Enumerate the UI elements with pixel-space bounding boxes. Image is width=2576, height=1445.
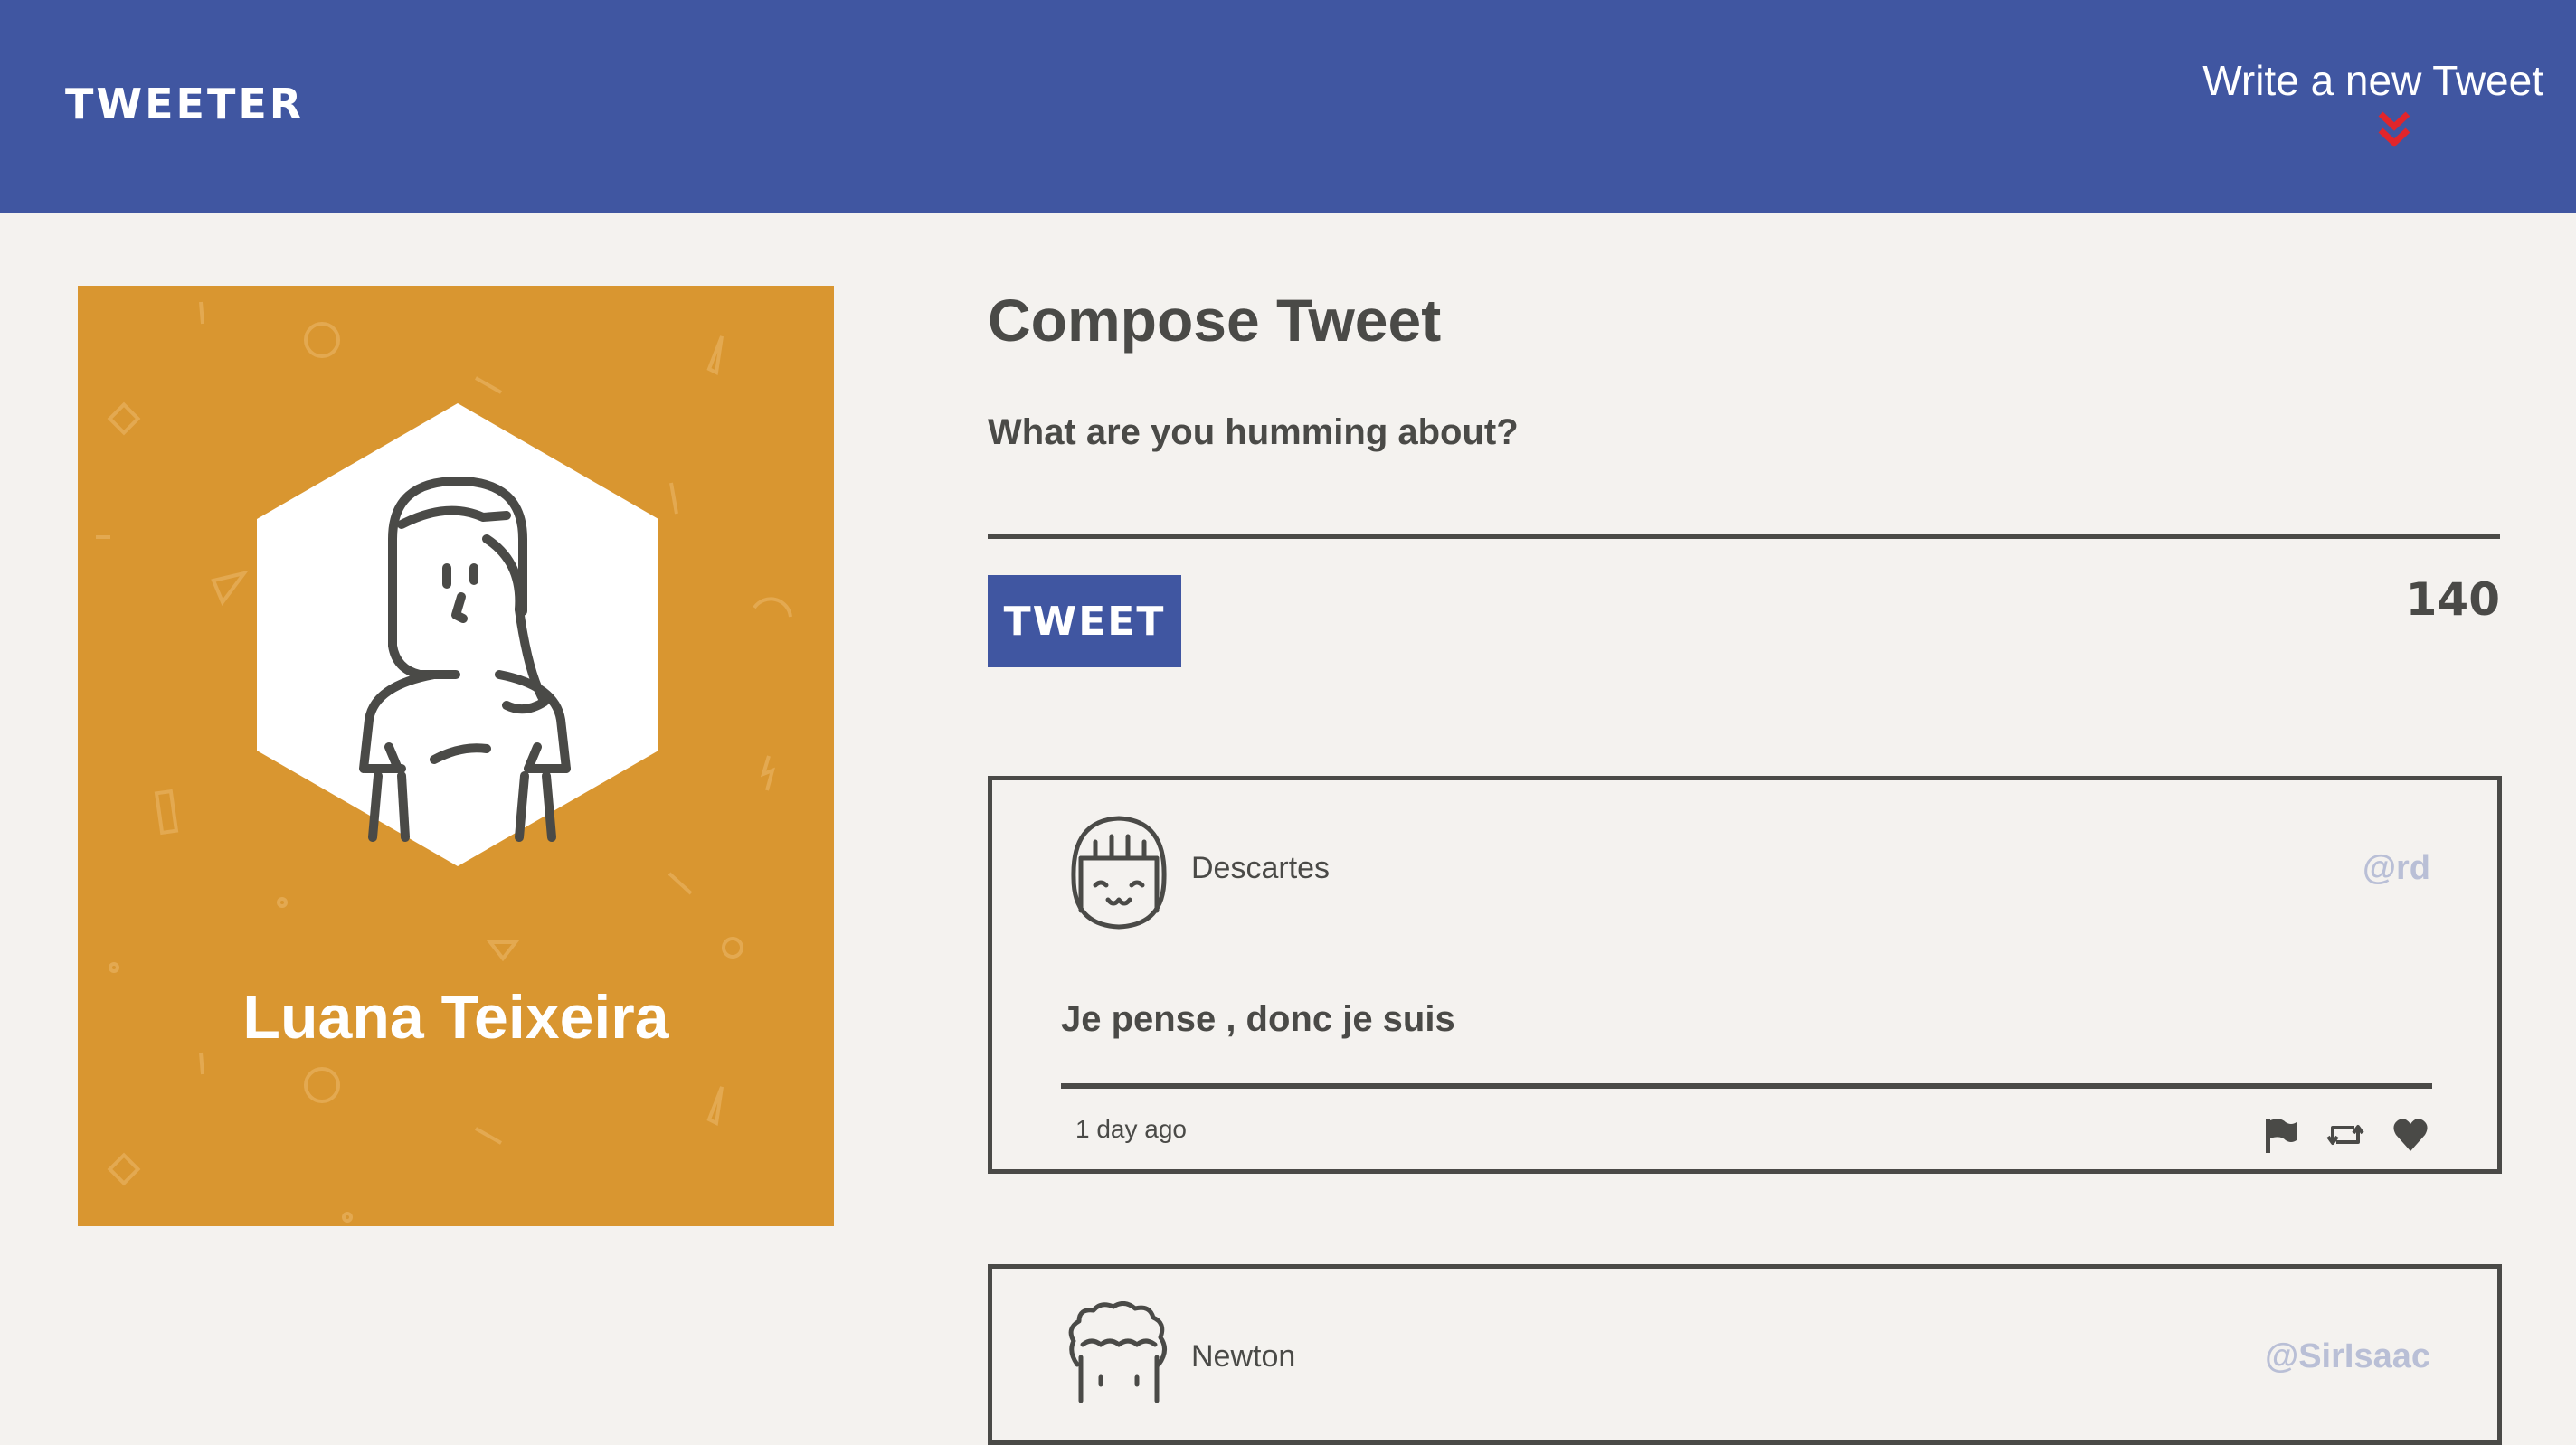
tweet-body: Je pense , donc je suis (1061, 999, 1455, 1039)
tweet-card: Descartes @rd Je pense , donc je suis 1 … (988, 776, 2502, 1174)
tweet-author-handle[interactable]: @rd (2363, 849, 2430, 888)
tweet-author-name[interactable]: Descartes (1191, 851, 1330, 886)
tweet-divider (1061, 1083, 2432, 1089)
top-nav-bar: TWEETER Write a new Tweet (0, 0, 2576, 213)
newton-avatar (1068, 1301, 1167, 1403)
tweet-text-input[interactable] (988, 412, 2500, 539)
character-counter: 140 (2405, 573, 2500, 626)
tweet-author-name[interactable]: Newton (1191, 1339, 1295, 1374)
tweet-submit-button[interactable]: TWEET (988, 575, 1181, 667)
tweet-actions (2260, 1115, 2430, 1155)
tweet-timestamp: 1 day ago (1075, 1115, 1187, 1143)
descartes-avatar (1071, 816, 1167, 930)
write-new-tweet-label[interactable]: Write a new Tweet (2202, 56, 2543, 105)
tweet-card: Newton @SirIsaac (988, 1264, 2502, 1445)
profile-name: Luana Teixeira (242, 983, 669, 1052)
brand-logo[interactable]: TWEETER (65, 80, 304, 128)
retweet-icon[interactable] (2325, 1115, 2365, 1155)
profile-avatar[interactable] (257, 403, 658, 866)
write-new-tweet-toggle[interactable]: Write a new Tweet (2200, 56, 2543, 156)
flag-icon[interactable] (2260, 1115, 2300, 1155)
tweet-author-handle[interactable]: @SirIsaac (2265, 1337, 2430, 1376)
double-chevron-down-icon[interactable] (2375, 110, 2413, 150)
heart-icon[interactable] (2391, 1115, 2430, 1155)
compose-tweet-heading: Compose Tweet (988, 287, 1442, 354)
profile-card: Luana Teixeira (78, 286, 834, 1226)
